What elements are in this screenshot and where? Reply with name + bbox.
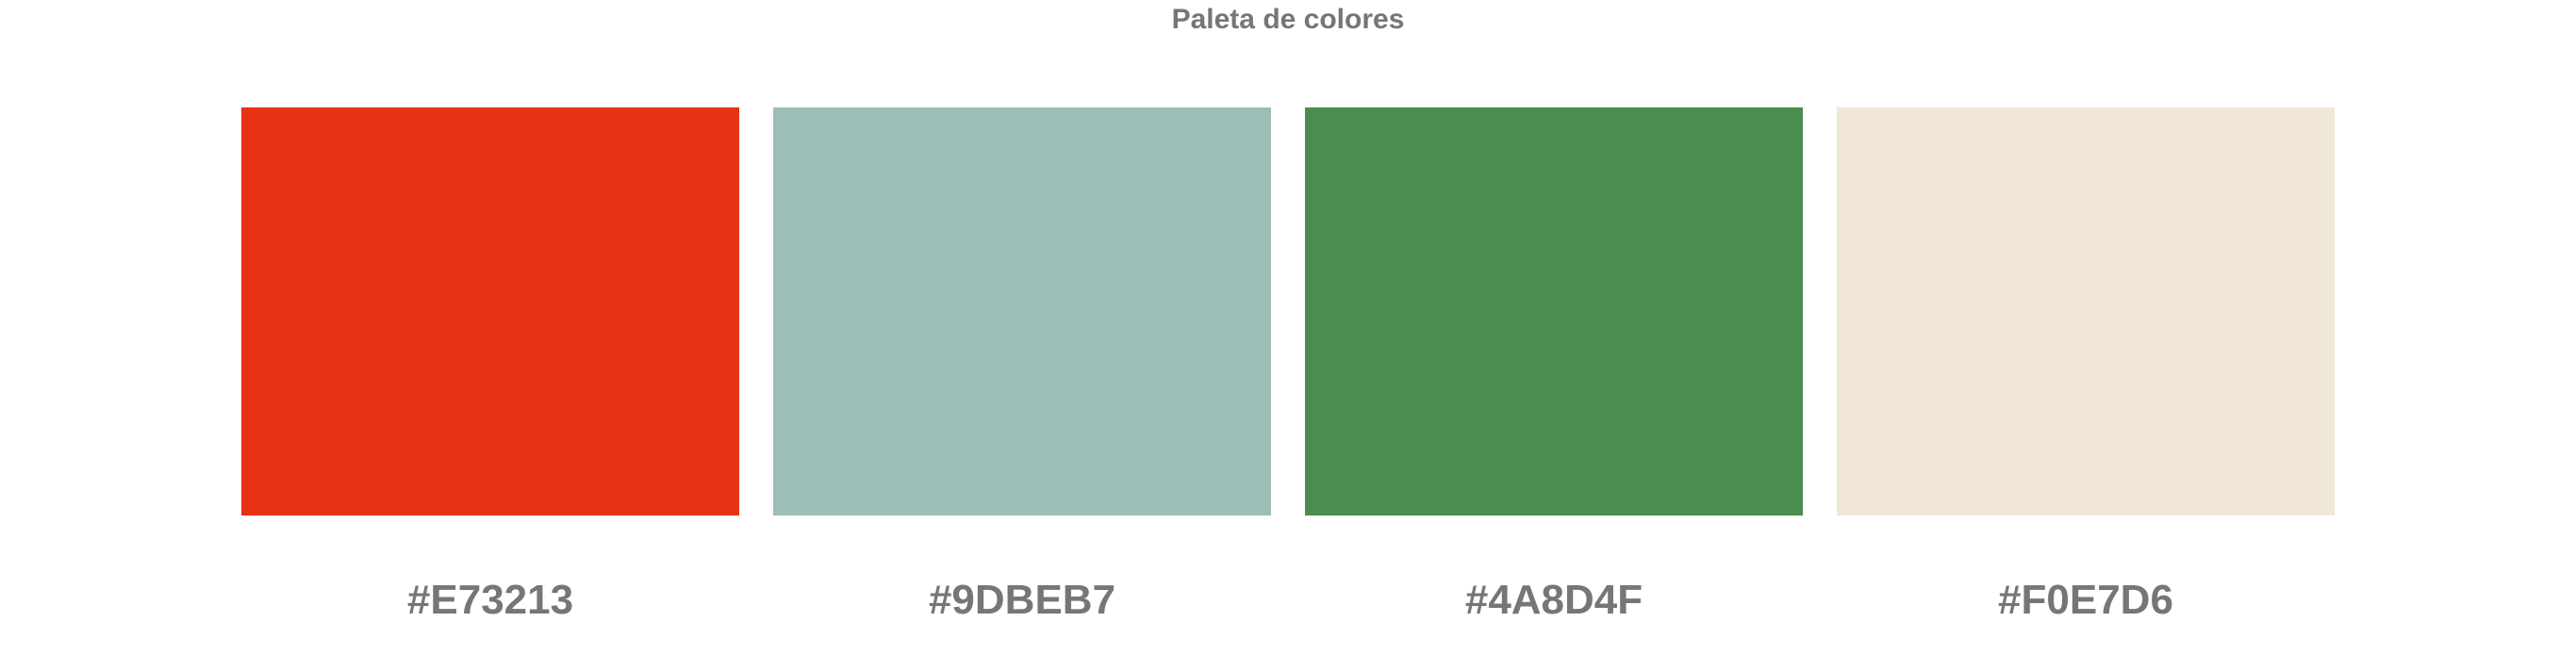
color-swatch <box>241 107 739 516</box>
swatch-card-4: #F0E7D6 <box>1837 107 2335 629</box>
color-swatch <box>773 107 1271 516</box>
swatch-hex-label: #E73213 <box>406 577 574 623</box>
page-title: Paleta de colores <box>1171 4 1405 35</box>
swatch-card-1: #E73213 <box>241 107 739 629</box>
color-swatch <box>1305 107 1803 516</box>
swatch-card-3: #4A8D4F <box>1305 107 1803 629</box>
swatch-hex-label: #4A8D4F <box>1464 577 1643 623</box>
color-palette: #E73213 #9DBEB7 #4A8D4F #F0E7D6 <box>241 107 2335 629</box>
swatch-hex-label: #F0E7D6 <box>1998 577 2173 623</box>
color-swatch <box>1837 107 2335 516</box>
swatch-card-2: #9DBEB7 <box>773 107 1271 629</box>
swatch-hex-label: #9DBEB7 <box>928 577 1116 623</box>
